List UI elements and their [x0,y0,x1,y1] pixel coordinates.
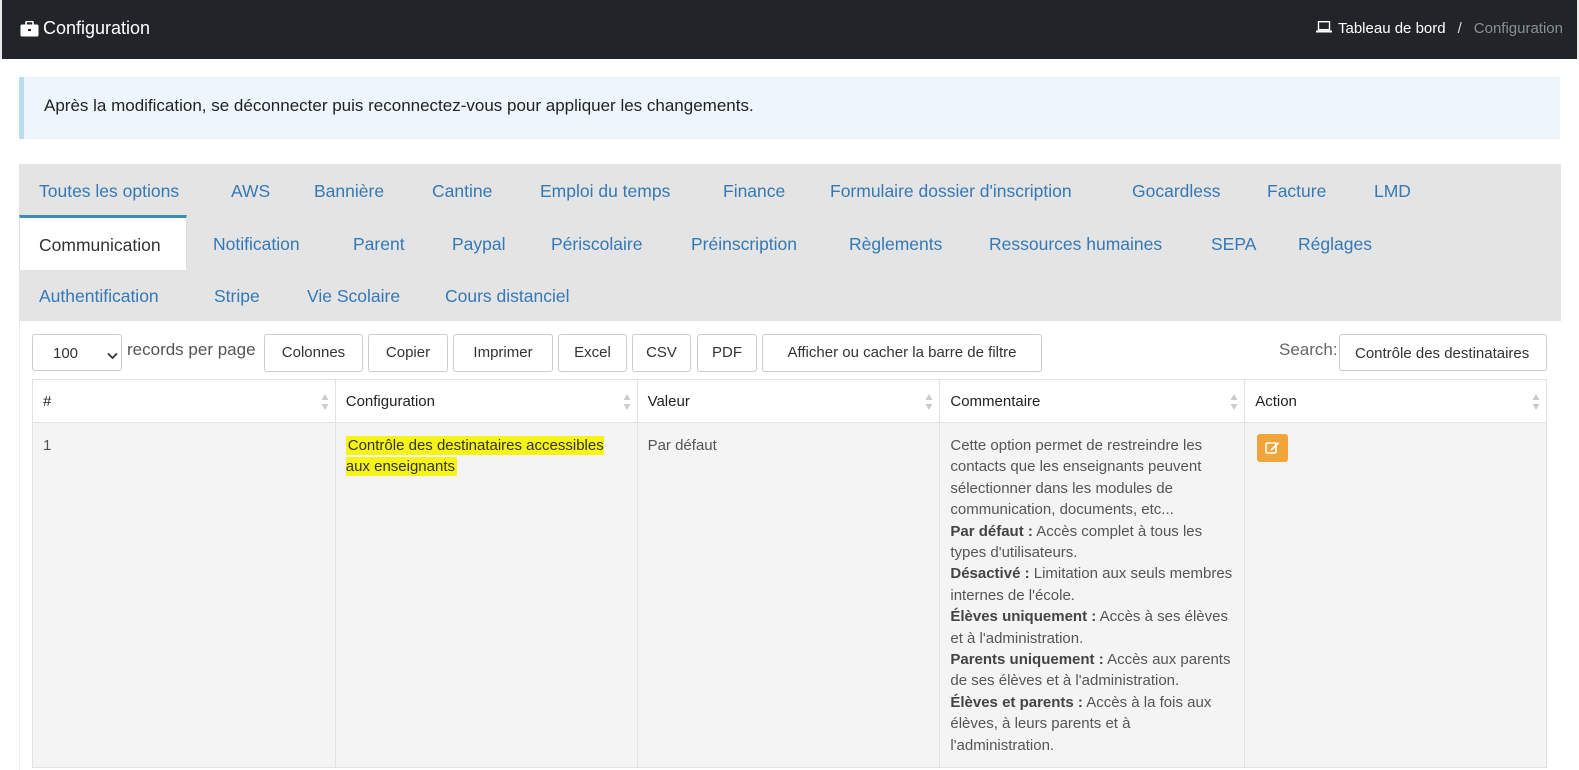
cell-commentaire: Cette option permet de restreindre les c… [939,422,1246,768]
tab-cantine[interactable]: Cantine [432,181,492,202]
comment-label: Par défaut : [950,522,1033,540]
tab-toutes-les-options[interactable]: Toutes les options [39,181,179,202]
tab-cours-distanciel[interactable]: Cours distanciel [445,286,570,307]
search-input[interactable]: Contrôle des destinataires [1339,334,1547,371]
tab-authentification[interactable]: Authentification [39,286,159,307]
tab-vie-scolaire[interactable]: Vie Scolaire [307,286,400,307]
search-label: Search: [1279,340,1338,359]
table-row: 1 Contrôle des destinataires accessibles… [32,422,1547,768]
tab-lmd[interactable]: LMD [1374,181,1411,202]
tab-gocardless[interactable]: Gocardless [1132,181,1221,202]
comment-label: Élèves et parents : [950,693,1083,711]
tab-preinscription[interactable]: Préinscription [691,234,797,255]
tab-periscolaire[interactable]: Périscolaire [551,234,642,255]
tab-reglements[interactable]: Règlements [849,234,942,255]
tab-ressources-humaines[interactable]: Ressources humaines [989,234,1162,255]
page-length-select[interactable]: 100 [32,334,122,371]
csv-button[interactable]: CSV [632,334,691,372]
tab-sepa[interactable]: SEPA [1211,234,1256,255]
tab-finance[interactable]: Finance [723,181,785,202]
comment-intro: Cette option permet de restreindre les c… [950,437,1203,519]
table-header-row: # Configuration Valeur Commentaire Actio… [32,379,1547,423]
sort-icon [623,393,631,411]
breadcrumb-separator: / [1457,20,1462,37]
tab-reglages[interactable]: Réglages [1298,234,1372,255]
sort-icon [925,393,933,411]
briefcase-icon [20,20,39,37]
comment-label: Désactivé : [950,565,1030,583]
pdf-button[interactable]: PDF [697,334,757,372]
sort-icon [1230,393,1238,411]
tab-aws[interactable]: AWS [231,181,270,202]
tab-notification[interactable]: Notification [213,234,300,255]
breadcrumb-current: Configuration [1473,20,1563,37]
breadcrumb-home-link[interactable]: Tableau de bord [1338,20,1446,37]
imprimer-button[interactable]: Imprimer [453,334,553,372]
chevron-down-icon [107,347,118,360]
tab-banniere[interactable]: Bannière [314,181,384,202]
sort-icon [321,393,329,411]
column-header-number[interactable]: # [32,379,336,423]
info-alert: Après la modification, se déconnecter pu… [19,77,1560,139]
records-per-page-label: records per page [127,340,256,359]
top-bar: Configuration Tableau de bord / Configur… [0,0,1579,59]
cell-valeur: Par défaut [636,422,941,768]
laptop-icon [1316,20,1332,37]
comment-label: Élèves uniquement : [950,608,1097,626]
edit-icon [1265,440,1280,461]
copier-button[interactable]: Copier [368,334,448,372]
edit-button[interactable] [1257,434,1289,462]
comment-label: Parents uniquement : [950,651,1104,669]
config-tabs: Toutes les options AWS Bannière Cantine … [19,164,1561,321]
cell-number: 1 [32,422,336,768]
tab-facture[interactable]: Facture [1267,181,1326,202]
toggle-filter-bar-button[interactable]: Afficher ou cacher la barre de filtre [762,334,1042,372]
column-header-valeur[interactable]: Valeur [636,379,941,423]
highlighted-config-name: Contrôle des destinataires accessibles a… [345,436,604,477]
excel-button[interactable]: Excel [558,334,627,372]
tab-communication[interactable]: Communication [19,215,187,270]
page-length-value: 100 [53,345,79,362]
tab-emploi-du-temps[interactable]: Emploi du temps [540,181,670,202]
tab-formulaire-dossier-inscription[interactable]: Formulaire dossier d'inscription [830,181,1072,202]
cell-action [1244,422,1547,768]
config-table: # Configuration Valeur Commentaire Actio… [32,379,1547,768]
tab-parent[interactable]: Parent [353,234,405,255]
column-header-action[interactable]: Action [1244,379,1547,423]
colonnes-button[interactable]: Colonnes [264,334,363,372]
column-header-commentaire[interactable]: Commentaire [939,379,1246,423]
tab-paypal[interactable]: Paypal [452,234,506,255]
page-title: Configuration [43,18,151,38]
page-header-title: Configuration [20,18,150,39]
breadcrumb: Tableau de bord / Configuration [1316,20,1563,37]
tab-stripe[interactable]: Stripe [214,286,260,307]
cell-configuration: Contrôle des destinataires accessibles a… [334,422,638,768]
column-header-configuration[interactable]: Configuration [334,379,638,423]
sort-icon [1532,393,1540,411]
